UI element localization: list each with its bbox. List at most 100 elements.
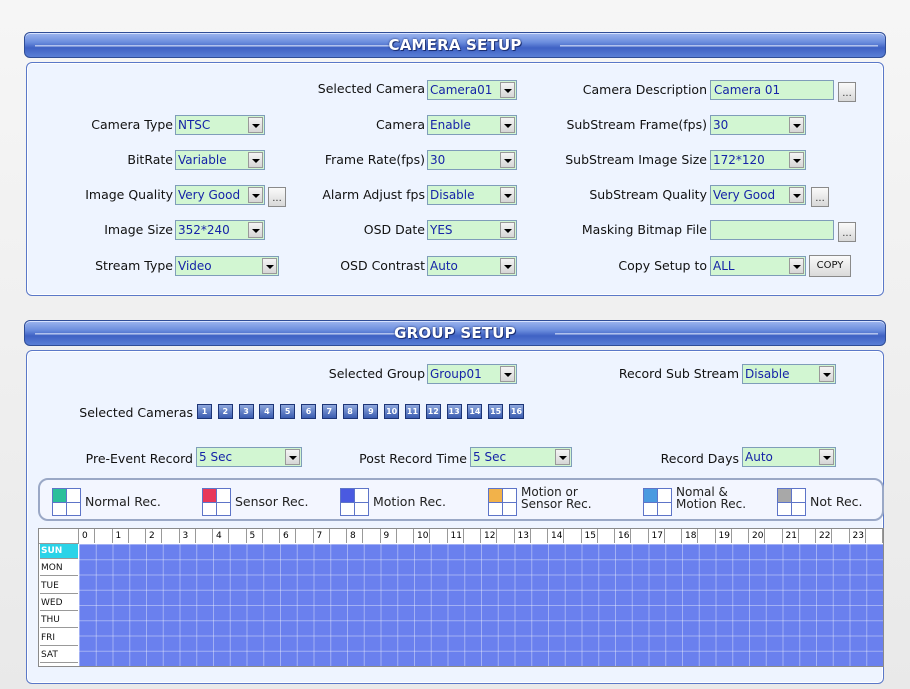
selected-cameras-label: Selected Cameras xyxy=(79,405,193,420)
pre-event-select[interactable]: 5 Sec xyxy=(196,447,302,467)
camera-9-button[interactable]: 9 xyxy=(363,404,379,419)
camera-enable-select[interactable]: Enable xyxy=(427,115,517,135)
image-quality-label: Image Quality xyxy=(85,187,173,202)
hour-column-1[interactable]: 1 xyxy=(112,529,146,543)
substream-frame-select[interactable]: 30 xyxy=(710,115,806,135)
recording-schedule-grid[interactable]: 0 1 2 3 4 5 6 7 8 9 10 11 12 13 14 15 16 17 18 19 20 21 22 23 SU… xyxy=(38,528,884,667)
normal-rec-swatch-icon xyxy=(52,488,81,516)
stream-type-select[interactable]: Video xyxy=(175,256,279,276)
post-record-time-select[interactable]: 5 Sec xyxy=(470,447,572,467)
camera-type-label: Camera Type xyxy=(91,117,173,132)
hour-column-11[interactable]: 11 xyxy=(447,529,481,543)
hour-column-22[interactable]: 22 xyxy=(816,529,850,543)
hour-label: 5 xyxy=(247,529,263,543)
group-setup-title-bar: GROUP SETUP xyxy=(24,320,886,346)
chevron-down-icon xyxy=(262,258,277,274)
hour-label: 4 xyxy=(213,529,229,543)
hour-column-3[interactable]: 3 xyxy=(179,529,213,543)
camera-setup-title-bar: CAMERA SETUP xyxy=(24,32,886,58)
chevron-down-icon xyxy=(789,117,804,133)
chevron-down-icon xyxy=(500,117,515,133)
masking-bitmap-input[interactable] xyxy=(710,220,834,240)
selected-camera-select[interactable]: Camera01 xyxy=(427,80,517,100)
setup-window: CAMERA SETUP Selected Camera Camera01 Ca… xyxy=(0,0,910,689)
hour-column-23[interactable]: 23 xyxy=(849,529,883,543)
camera-11-button[interactable]: 11 xyxy=(405,404,420,419)
substream-image-size-select[interactable]: 172*120 xyxy=(710,150,806,170)
hour-column-21[interactable]: 21 xyxy=(782,529,816,543)
record-sub-stream-select[interactable]: Disable xyxy=(742,364,836,384)
hour-column-18[interactable]: 18 xyxy=(682,529,716,543)
day-row-sat[interactable]: SAT xyxy=(40,647,78,663)
selected-camera-label: Selected Camera xyxy=(317,81,425,96)
day-row-sun[interactable]: SUN xyxy=(40,544,78,559)
hour-column-16[interactable]: 16 xyxy=(615,529,649,543)
image-quality-select[interactable]: Very Good xyxy=(175,185,265,205)
camera-16-button[interactable]: 16 xyxy=(509,404,524,419)
day-row-thu[interactable]: THU xyxy=(40,613,78,629)
chevron-down-icon xyxy=(285,449,300,465)
camera-8-button[interactable]: 8 xyxy=(342,404,358,419)
camera-2-button[interactable]: 2 xyxy=(217,404,233,419)
camera-setup-panel: Selected Camera Camera01 Camera Descript… xyxy=(26,62,884,296)
bitrate-select[interactable]: Variable xyxy=(175,150,265,170)
osd-contrast-select[interactable]: Auto xyxy=(427,256,517,276)
hour-column-4[interactable]: 4 xyxy=(213,529,247,543)
day-row-wed[interactable]: WED xyxy=(40,595,78,611)
substream-quality-select[interactable]: Very Good xyxy=(710,185,806,205)
legend-motion-or-sensor-rec: Motion or Sensor Rec. xyxy=(488,486,608,516)
day-row-tue[interactable]: TUE xyxy=(40,578,78,594)
hour-column-13[interactable]: 13 xyxy=(514,529,548,543)
day-row-mon[interactable]: MON xyxy=(40,561,78,577)
camera-description-input[interactable]: Camera 01 xyxy=(710,80,834,100)
hour-column-6[interactable]: 6 xyxy=(280,529,314,543)
post-record-time-label: Post Record Time xyxy=(359,451,467,466)
sensor-rec-swatch-icon xyxy=(202,488,231,516)
day-row-fri[interactable]: FRI xyxy=(40,630,78,646)
stream-type-label: Stream Type xyxy=(95,258,173,273)
camera-12-button[interactable]: 12 xyxy=(425,404,441,419)
camera-7-button[interactable]: 7 xyxy=(321,404,337,419)
record-days-select[interactable]: Auto xyxy=(742,447,836,467)
osd-date-select[interactable]: YES xyxy=(427,220,517,240)
selected-group-select[interactable]: Group01 xyxy=(427,364,517,384)
camera-14-button[interactable]: 14 xyxy=(467,404,483,419)
bitrate-label: BitRate xyxy=(127,152,173,167)
hour-column-10[interactable]: 10 xyxy=(414,529,448,543)
camera-13-button[interactable]: 13 xyxy=(446,404,462,419)
camera-5-button[interactable]: 5 xyxy=(280,404,296,419)
camera-3-button[interactable]: 3 xyxy=(238,404,254,419)
schedule-cells[interactable] xyxy=(79,544,883,666)
frame-rate-select[interactable]: 30 xyxy=(427,150,517,170)
camera-type-select[interactable]: NTSC xyxy=(175,115,265,135)
camera-15-button[interactable]: 15 xyxy=(488,404,504,419)
frame-rate-label: Frame Rate(fps) xyxy=(324,152,425,167)
copy-button[interactable]: COPY xyxy=(809,255,851,277)
alarm-adjust-select[interactable]: Disable xyxy=(427,185,517,205)
camera-10-button[interactable]: 10 xyxy=(384,404,400,419)
legend-normal-and-motion-rec: Nomal & Motion Rec. xyxy=(643,486,763,516)
hour-column-14[interactable]: 14 xyxy=(548,529,582,543)
hour-column-5[interactable]: 5 xyxy=(246,529,280,543)
hour-column-15[interactable]: 15 xyxy=(581,529,615,543)
hour-column-9[interactable]: 9 xyxy=(380,529,414,543)
camera-4-button[interactable]: 4 xyxy=(259,404,275,419)
hour-label: 12 xyxy=(481,529,497,543)
hour-column-12[interactable]: 12 xyxy=(481,529,515,543)
hour-column-17[interactable]: 17 xyxy=(648,529,682,543)
hour-label: 14 xyxy=(548,529,564,543)
description-browse-button[interactable]: ... xyxy=(838,82,856,102)
hour-column-8[interactable]: 8 xyxy=(347,529,381,543)
camera-6-button[interactable]: 6 xyxy=(301,404,316,419)
camera-1-button[interactable]: 1 xyxy=(197,404,212,419)
hour-column-20[interactable]: 20 xyxy=(749,529,783,543)
copy-setup-select[interactable]: ALL xyxy=(710,256,806,276)
hour-column-0[interactable]: 0 xyxy=(79,529,113,543)
hour-column-7[interactable]: 7 xyxy=(313,529,347,543)
hour-label: 22 xyxy=(816,529,832,543)
substream-quality-detail-button[interactable]: ... xyxy=(811,187,829,207)
hour-column-2[interactable]: 2 xyxy=(146,529,180,543)
masking-bitmap-browse-button[interactable]: ... xyxy=(838,222,856,242)
image-size-select[interactable]: 352*240 xyxy=(175,220,265,240)
hour-column-19[interactable]: 19 xyxy=(715,529,749,543)
